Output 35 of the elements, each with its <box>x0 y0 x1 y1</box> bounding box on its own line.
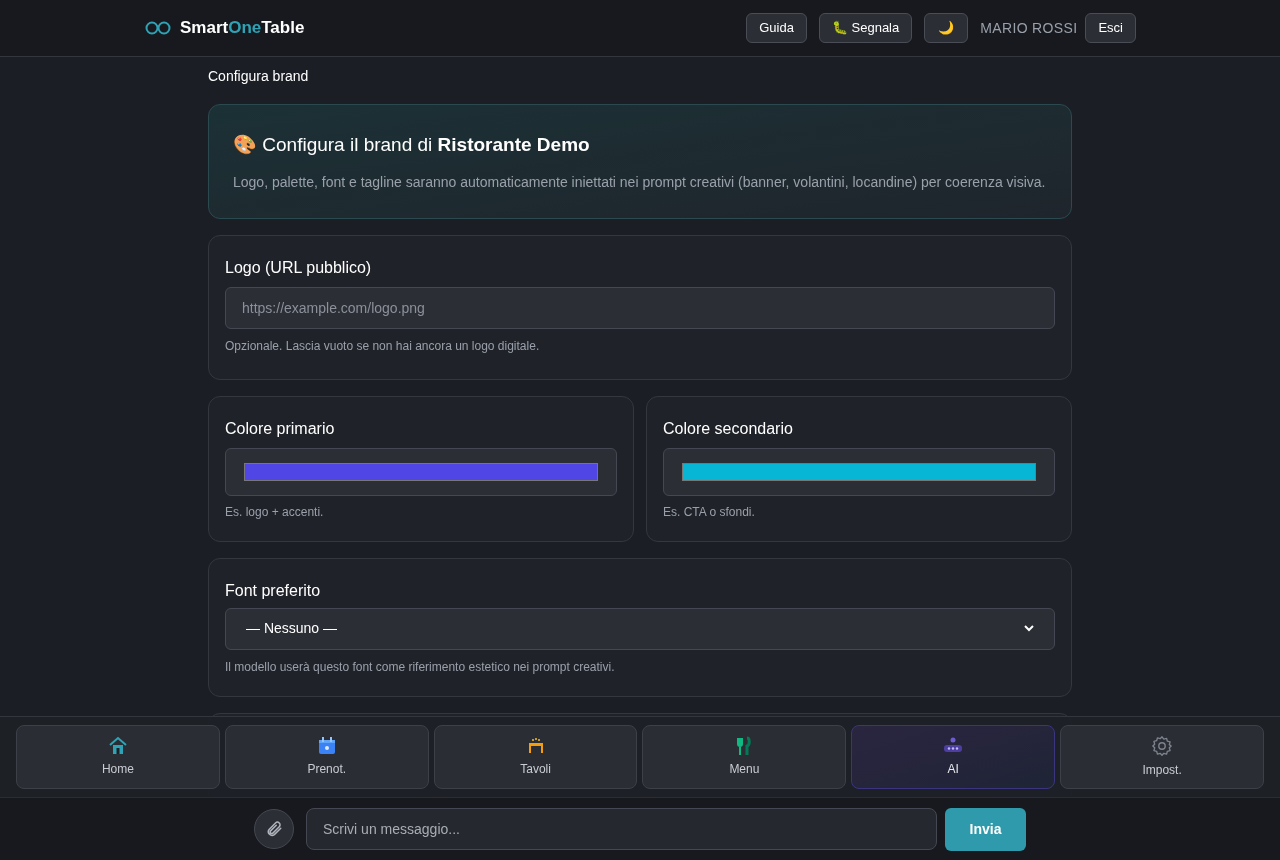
intro-title: 🎨 Configura il brand di Ristorante Demo <box>233 133 591 157</box>
report-button[interactable]: 🐛 Segnala <box>818 13 913 43</box>
paperclip-icon <box>265 820 283 838</box>
calendar-icon <box>316 736 337 756</box>
field-hint: Il modello userà questo font come riferimento estetico nei prompt creativi. <box>225 658 616 676</box>
font-select[interactable]: — Nessuno — <box>225 607 1055 650</box>
brand-name: SmartOneTable <box>180 17 305 40</box>
message-field[interactable]: Scrivi un messaggio... <box>306 808 937 850</box>
home-icon <box>107 736 128 756</box>
nav-tab[interactable]: Home <box>16 725 220 789</box>
settings-icon <box>1151 735 1174 757</box>
nav-tab[interactable]: Prenot. <box>224 725 429 789</box>
intro-text: Logo, palette, font e tagline saranno automaticamente iniettati nei prompt creativi (banner, volantini, locandine) per coerenza visiva. <box>233 172 1047 192</box>
field-hint: Es. CTA o sfondi. <box>663 503 756 521</box>
field-hint: Es. logo + accenti. <box>225 503 325 521</box>
field-label: Logo (URL pubblico) <box>225 257 373 278</box>
page-title: Configura brand <box>208 67 310 86</box>
color-picker[interactable] <box>225 447 617 496</box>
nav-tab[interactable]: Tavoli <box>433 725 638 789</box>
chevron-icon <box>1024 625 1034 632</box>
nav-tab[interactable]: Impost. <box>1060 725 1264 789</box>
field-label: Colore secondario <box>663 418 794 439</box>
field-label: Font preferito <box>225 580 322 601</box>
logo-icon <box>144 21 172 35</box>
nav-tab[interactable]: AI <box>851 725 1056 789</box>
logo-url-field[interactable]: https://example.com/logo.png <box>225 286 1055 329</box>
field-label: Colore primario <box>225 418 336 439</box>
help-button[interactable]: Guida <box>746 13 807 43</box>
user-name: MARIO ROSSI <box>980 18 1078 38</box>
field-hint: Opzionale. Lascia vuoto se non hai ancora un logo digitale. <box>225 337 541 355</box>
nav-tab[interactable]: Menu <box>642 725 847 789</box>
attach-button[interactable] <box>254 809 294 849</box>
theme-toggle-button[interactable]: 🌙 <box>924 13 969 43</box>
logout-button[interactable]: Esci <box>1085 13 1136 43</box>
color-picker[interactable] <box>663 447 1055 496</box>
